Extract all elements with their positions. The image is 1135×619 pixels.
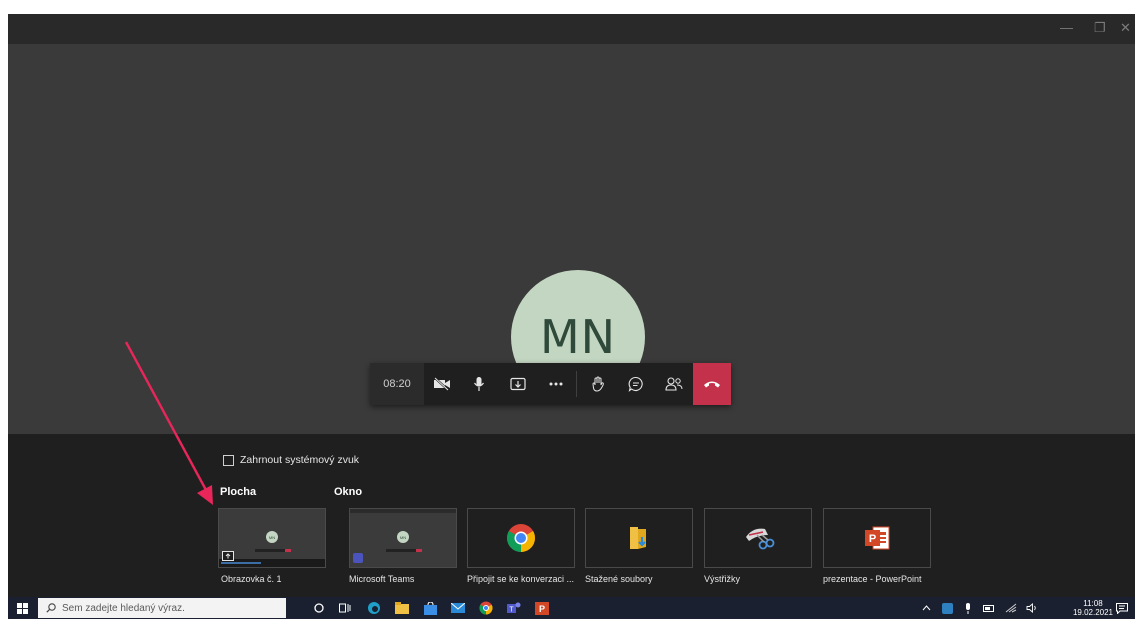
cortana-button[interactable] <box>308 597 330 619</box>
microphone-icon <box>474 377 484 391</box>
share-option-label: Výstřižky <box>704 574 740 584</box>
microphone-icon <box>966 602 970 614</box>
share-option-label: Stažené soubory <box>585 574 653 584</box>
svg-text:P: P <box>869 533 876 545</box>
tray-app-icon <box>941 602 953 614</box>
minimize-button[interactable]: — <box>1060 20 1073 36</box>
taskbar-clock[interactable]: 11:08 19.02.2021 <box>1073 599 1113 617</box>
share-tray: Zahrnout systémový zvuk Plocha Okno MN M… <box>8 434 1135 597</box>
participants-button[interactable] <box>658 363 690 405</box>
taskbar-powerpoint[interactable]: P <box>530 597 554 619</box>
search-icon <box>46 603 56 613</box>
store-icon <box>423 601 437 615</box>
chrome-icon <box>507 524 535 552</box>
taskbar-search-box[interactable]: Sem zadejte hledaný výraz. <box>38 598 286 618</box>
tray-volume[interactable] <box>1023 597 1041 619</box>
search-placeholder: Sem zadejte hledaný výraz. <box>62 602 185 614</box>
cropped-top-area <box>0 0 1135 14</box>
mini-taskbar <box>219 559 325 567</box>
teams-icon <box>353 553 363 563</box>
share-option-snipping-window[interactable] <box>704 508 812 568</box>
share-option-downloads-window[interactable] <box>585 508 693 568</box>
snipping-tool-icon <box>746 528 775 550</box>
svg-text:T: T <box>509 606 514 613</box>
hang-up-icon <box>704 381 720 388</box>
maximize-button[interactable]: ❐ <box>1094 20 1106 36</box>
checkbox-box[interactable] <box>223 454 234 466</box>
start-button[interactable] <box>10 597 34 619</box>
mini-control-bar <box>386 549 422 552</box>
share-tray-button[interactable] <box>502 363 534 405</box>
volume-icon <box>1026 603 1036 613</box>
share-option-label: Připojit se ke konverzaci ... <box>467 574 575 584</box>
chrome-icon <box>479 601 493 615</box>
control-separator <box>576 371 577 397</box>
call-control-bar: 08:20 <box>370 363 731 405</box>
windows-logo-icon <box>16 602 28 614</box>
call-timer: 08:20 <box>370 363 424 405</box>
more-actions-button[interactable] <box>540 363 572 405</box>
mini-avatar: MN <box>397 531 409 543</box>
include-system-audio-checkbox[interactable]: Zahrnout systémový zvuk <box>223 454 359 466</box>
powerpoint-icon: P <box>865 526 890 550</box>
chevron-up-icon <box>922 605 930 611</box>
taskbar-edge[interactable] <box>362 597 386 619</box>
tray-battery[interactable] <box>980 597 998 619</box>
share-icon <box>510 377 526 391</box>
hang-up-button[interactable] <box>693 363 731 405</box>
mail-icon <box>451 603 465 613</box>
notification-icon <box>1116 602 1128 614</box>
section-window-title: Okno <box>334 486 363 498</box>
raise-hand-icon <box>592 376 604 392</box>
share-option-powerpoint-window[interactable]: P <box>823 508 931 568</box>
notifications-button[interactable] <box>1112 597 1132 619</box>
mini-control-bar <box>255 549 291 552</box>
share-option-label: Microsoft Teams <box>349 574 415 584</box>
camera-off-icon <box>434 377 450 391</box>
share-option-label: prezentace - PowerPoint <box>823 574 922 584</box>
share-option-label: Obrazovka č. 1 <box>221 574 282 584</box>
mini-avatar: MN <box>266 531 278 543</box>
svg-text:P: P <box>539 604 545 614</box>
close-button[interactable]: ✕ <box>1120 20 1131 36</box>
tray-network[interactable] <box>1002 597 1020 619</box>
teams-icon: T <box>507 602 521 613</box>
cortana-icon <box>314 603 324 613</box>
windows-taskbar: Sem zadejte hledaný výraz. T P 11:08 19.… <box>8 597 1135 619</box>
mini-titlebar <box>350 509 456 513</box>
share-screen-icon <box>222 551 234 561</box>
powerpoint-icon: P <box>535 601 549 615</box>
section-desktop-title: Plocha <box>220 486 257 498</box>
microphone-button[interactable] <box>464 363 494 405</box>
clock-time: 11:08 <box>1083 599 1103 608</box>
tray-microphone[interactable] <box>960 597 976 619</box>
share-option-chrome-window[interactable] <box>467 508 575 568</box>
taskbar-chrome[interactable] <box>474 597 498 619</box>
more-icon <box>549 382 563 386</box>
file-explorer-icon <box>395 602 409 614</box>
system-audio-label: Zahrnout systémový zvuk <box>240 454 360 466</box>
taskbar-mail[interactable] <box>446 597 470 619</box>
taskbar-teams[interactable]: T <box>502 597 526 619</box>
share-option-screen-1[interactable]: MN <box>218 508 326 568</box>
camera-off-button[interactable] <box>426 363 458 405</box>
taskbar-store[interactable] <box>418 597 442 619</box>
downloads-folder-icon <box>630 527 646 549</box>
taskbar-file-explorer[interactable] <box>390 597 414 619</box>
title-bar: — ❐ ✕ <box>8 14 1135 44</box>
edge-icon <box>368 602 380 614</box>
wifi-icon <box>1005 603 1017 613</box>
tray-app[interactable] <box>938 597 956 619</box>
participants-icon <box>665 377 683 391</box>
chat-icon <box>628 376 643 392</box>
share-option-teams-window[interactable]: MN <box>349 508 457 568</box>
task-view-icon <box>339 603 351 613</box>
tray-chevron[interactable] <box>918 597 934 619</box>
clock-date: 19.02.2021 <box>1072 608 1113 617</box>
battery-icon <box>983 604 994 612</box>
raise-hand-button[interactable] <box>582 363 614 405</box>
task-view-button[interactable] <box>334 597 356 619</box>
chat-button[interactable] <box>620 363 652 405</box>
